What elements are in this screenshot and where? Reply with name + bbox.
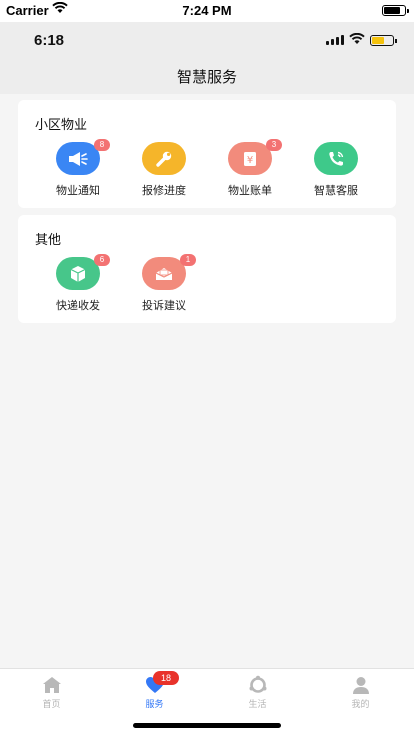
section-title: 其他 [35,233,62,248]
tab-label: 服务 [145,700,164,710]
item-label: 报修进度 [142,184,186,197]
tab-life[interactable]: 生活 [206,675,309,710]
life-icon [206,675,309,695]
tab-label: 我的 [351,700,370,710]
express-delivery-item[interactable]: 6 快递收发 [33,254,123,313]
phone-icon [314,142,358,175]
page-title: 智慧服务 [176,68,237,86]
notification-badge: 18 [153,671,179,685]
battery-icon [370,35,397,46]
item-label: 快递收发 [56,299,100,312]
wifi-icon [349,33,365,44]
tab-profile[interactable]: 我的 [309,675,412,710]
bill-icon: ¥ 3 [228,139,282,175]
item-label: 智慧客服 [314,184,358,197]
signal-icon [326,35,344,45]
item-label: 投诉建议 [142,299,186,312]
service-icon: 18 [103,671,206,695]
notification-badge: 6 [94,254,110,266]
repair-progress-item[interactable]: 报修进度 [119,142,209,198]
complaint-suggestion-item[interactable]: 1 投诉建议 [119,254,209,313]
app-header: 6:18 智慧服务 [0,22,414,94]
tab-service[interactable]: 18 服务 [103,671,206,710]
app-clock: 6:18 [34,32,65,49]
megaphone-icon: 8 [56,139,110,175]
package-icon: 6 [56,254,110,290]
home-indicator[interactable] [133,723,281,728]
profile-icon [309,675,412,695]
notification-badge: 3 [266,139,282,151]
tab-home[interactable]: 首页 [0,675,103,710]
section-other: 其他 6 快递收发 1 投诉建议 [18,215,396,323]
smart-service-item[interactable]: 智慧客服 [291,142,381,198]
notification-badge: 1 [180,254,196,266]
item-label: 物业通知 [56,184,100,197]
notification-badge: 8 [94,139,110,151]
envelope-icon: 1 [142,254,196,290]
tab-label: 首页 [42,700,61,710]
section-property: 小区物业 8 物业通知 报修进度 ¥ 3 物业账单 智慧客服 [18,100,396,208]
svg-text:¥: ¥ [247,155,253,166]
battery-icon [382,5,409,16]
tab-label: 生活 [248,700,267,710]
simulator-status-bar: Carrier 7:24 PM [0,0,414,22]
section-title: 小区物业 [35,118,88,133]
property-bill-item[interactable]: ¥ 3 物业账单 [205,139,295,198]
home-icon [0,675,103,695]
item-label: 物业账单 [228,184,272,197]
property-notice-item[interactable]: 8 物业通知 [33,139,123,198]
sim-clock: 7:24 PM [182,3,232,18]
wrench-icon [142,142,186,175]
